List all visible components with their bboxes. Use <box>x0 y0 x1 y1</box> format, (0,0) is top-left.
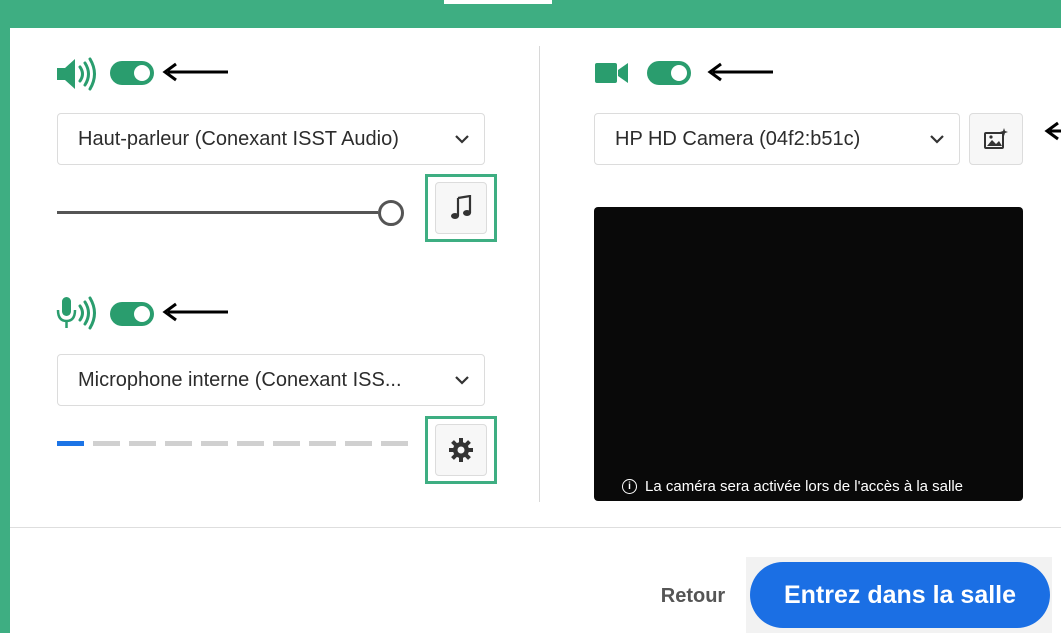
chevron-down-icon <box>440 355 484 405</box>
background-effects-button[interactable] <box>969 113 1023 165</box>
music-note-icon <box>451 195 472 219</box>
camera-select-value: HP HD Camera (04f2:b51c) <box>615 127 861 150</box>
camera-preview-note-text: La caméra sera activée lors de l'accès à… <box>645 478 964 495</box>
footer-divider <box>10 527 1061 528</box>
background-effects-icon <box>984 128 1008 149</box>
mic-level-segment <box>57 441 84 446</box>
enter-room-button[interactable]: Entrez dans la salle <box>750 562 1050 628</box>
camera-select[interactable]: HP HD Camera (04f2:b51c) <box>594 113 960 165</box>
mic-level-segment <box>345 441 372 446</box>
volume-slider-thumb[interactable] <box>378 200 404 226</box>
mic-level-segment <box>129 441 156 446</box>
arrow-left-icon <box>707 62 773 82</box>
column-divider <box>539 46 540 502</box>
chevron-down-icon <box>440 114 484 164</box>
info-icon: i <box>622 479 637 494</box>
test-sound-highlight <box>425 174 497 242</box>
volume-slider-track[interactable] <box>57 211 378 214</box>
camera-preview-note: i La caméra sera activée lors de l'accès… <box>622 478 963 495</box>
speaker-toggle[interactable] <box>110 61 154 85</box>
camera-toggle[interactable] <box>647 61 691 85</box>
chevron-down-icon <box>915 114 959 164</box>
back-button[interactable]: Retour <box>648 580 738 612</box>
mic-level-segment <box>273 441 300 446</box>
mic-level-segment <box>237 441 264 446</box>
gear-icon <box>449 438 473 462</box>
speaker-select-value: Haut-parleur (Conexant ISST Audio) <box>78 127 399 150</box>
mic-level-segment <box>165 441 192 446</box>
speaker-select[interactable]: Haut-parleur (Conexant ISST Audio) <box>57 113 485 165</box>
mic-level-segment <box>93 441 120 446</box>
arrow-left-icon <box>1044 121 1061 141</box>
microphone-select-value: Microphone interne (Conexant ISS... <box>78 368 402 391</box>
mic-settings-button[interactable] <box>435 424 487 476</box>
video-camera-icon <box>595 63 628 83</box>
mic-level-segment <box>201 441 228 446</box>
top-accent-line <box>10 14 1061 23</box>
arrow-left-icon <box>162 302 228 322</box>
microphone-select[interactable]: Microphone interne (Conexant ISS... <box>57 354 485 406</box>
test-sound-button[interactable] <box>435 182 487 234</box>
speaker-icon <box>57 57 96 91</box>
mic-level-segment <box>309 441 336 446</box>
mic-level-segment <box>381 441 408 446</box>
microphone-icon <box>56 296 96 330</box>
mic-settings-highlight <box>425 416 497 484</box>
microphone-toggle[interactable] <box>110 302 154 326</box>
arrow-left-icon <box>162 62 228 82</box>
camera-preview: i La caméra sera activée lors de l'accès… <box>594 207 1023 501</box>
top-tab-indicator <box>444 0 552 4</box>
